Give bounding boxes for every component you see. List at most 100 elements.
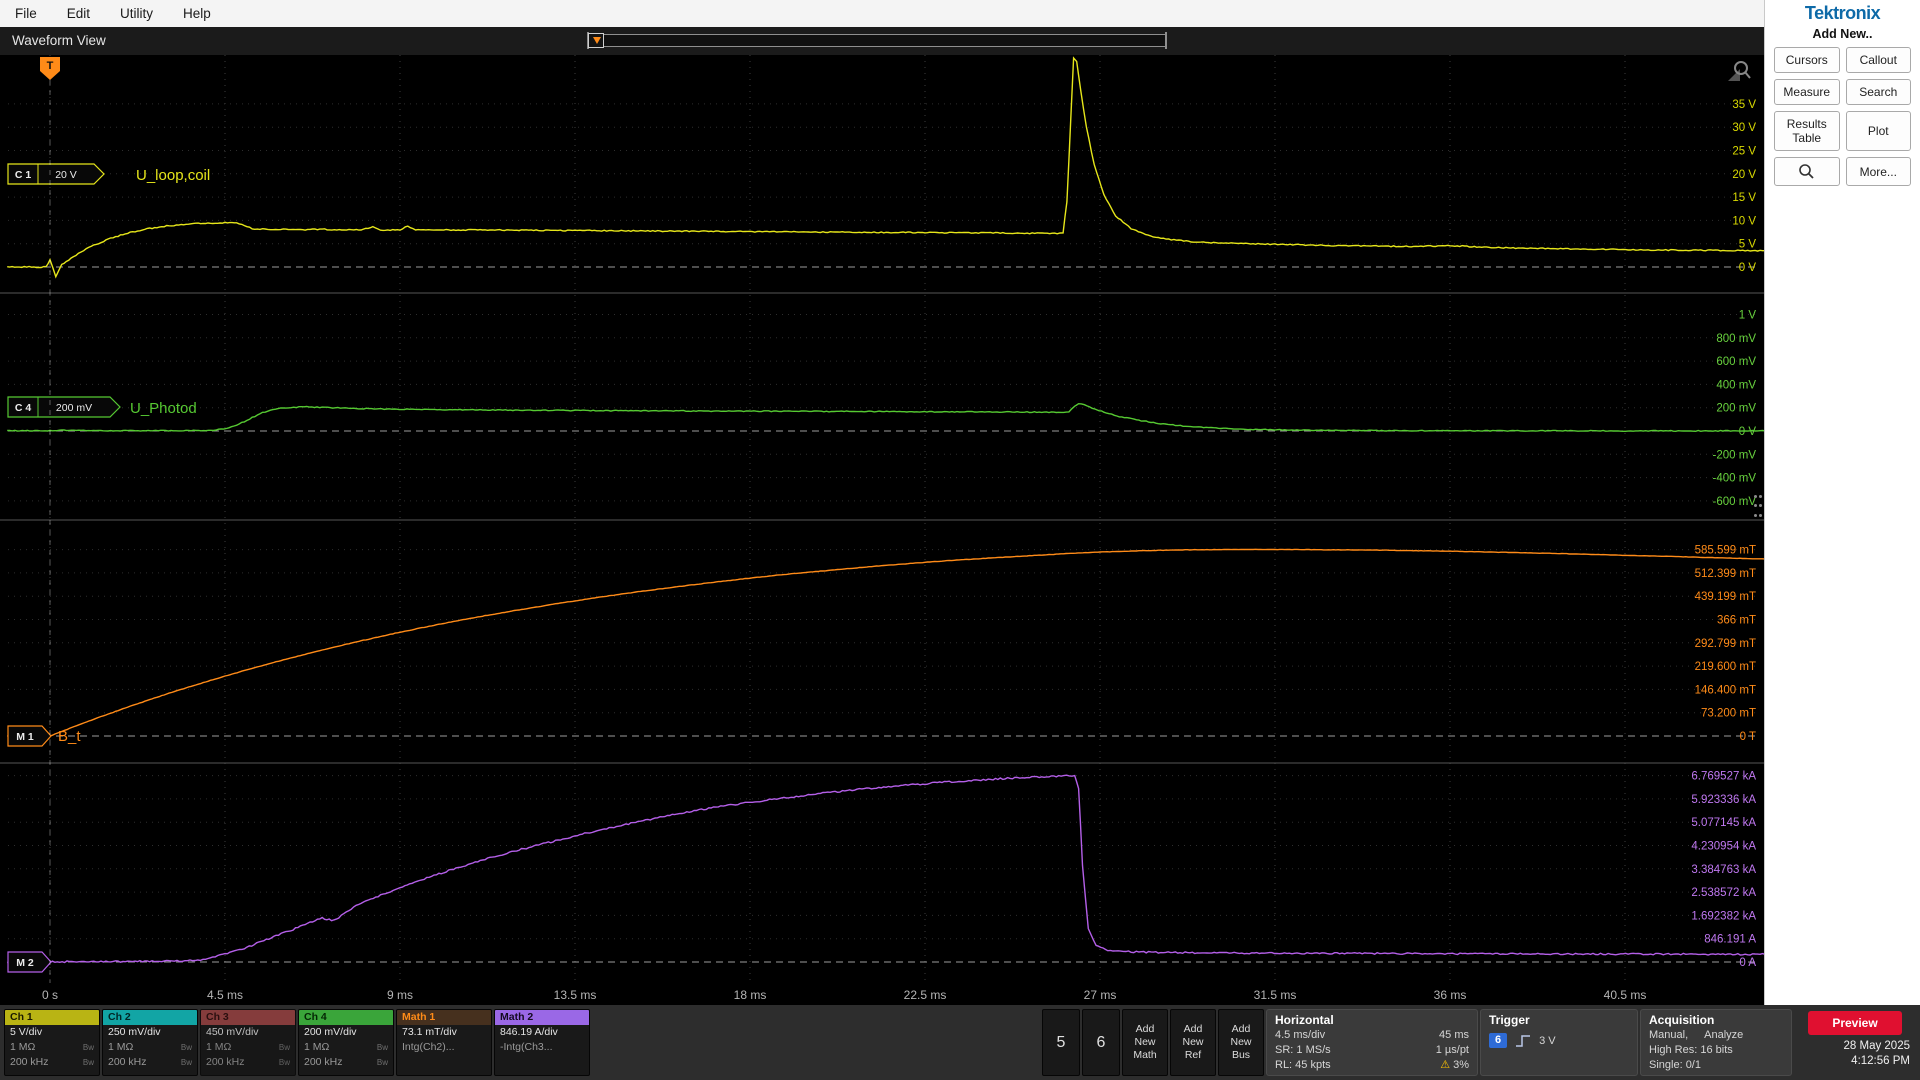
acquisition-detail: High Res: 16 bits xyxy=(1649,1044,1733,1056)
channel-scale: 200 mV/div xyxy=(304,1026,357,1038)
magnifier-icon xyxy=(1799,164,1814,179)
bandwidth-icon: Bw xyxy=(278,1043,290,1052)
trigger-title: Trigger xyxy=(1489,1013,1530,1027)
ch1-trace xyxy=(7,56,1765,279)
math-name: Math 2 xyxy=(495,1010,589,1025)
zoom-tool-icon[interactable] xyxy=(1726,59,1752,90)
ch4-tick-label: 800 mV xyxy=(1716,333,1756,345)
ch1-handle-badge[interactable]: C 1 20 V xyxy=(7,163,105,185)
preview-button[interactable]: Preview xyxy=(1808,1011,1902,1035)
panel-splitter-handle[interactable] xyxy=(1754,495,1762,521)
trigger-panel[interactable]: Trigger 6 3 V xyxy=(1480,1009,1638,1076)
waveform-graticule[interactable]: 0 s 4.5 ms 9 ms 13.5 ms 18 ms 22.5 ms 27 ms 31.… xyxy=(0,55,1766,1005)
horizontal-scale: 4.5 ms/div xyxy=(1275,1029,1326,1041)
time-tick-label: 31.5 ms xyxy=(1254,988,1297,1002)
acquisition-mode: Manual, xyxy=(1649,1029,1689,1041)
horizontal-title: Horizontal xyxy=(1275,1013,1334,1027)
math-scale: 846.19 A/div xyxy=(500,1026,558,1038)
ch4-tick-label: -200 mV xyxy=(1713,449,1757,461)
waveform-plot-area[interactable]: 0 s 4.5 ms 9 ms 13.5 ms 18 ms 22.5 ms 27 ms 31.… xyxy=(0,55,1766,1005)
math2-tick-label: 5.923336 kA xyxy=(1691,794,1756,806)
time-tick-label: 9 ms xyxy=(387,988,413,1002)
math1-tick-label: 585.599 mT xyxy=(1695,545,1756,557)
menu-utility[interactable]: Utility xyxy=(105,0,168,27)
channel-impedance: 1 MΩ xyxy=(206,1041,232,1053)
channel-bandwidth: 200 kHz xyxy=(304,1056,343,1068)
channel-badge-ch3[interactable]: Ch 3 450 mV/div 1 MΩ Bw 200 kHz Bw xyxy=(200,1009,296,1076)
channel-impedance: 1 MΩ xyxy=(108,1041,134,1053)
acquisition-analyze: Analyze xyxy=(1704,1029,1744,1041)
horizontal-panel[interactable]: Horizontal 4.5 ms/div 45 ms SR: 1 MS/s 1… xyxy=(1266,1009,1478,1076)
settings-bar: Ch 1 5 V/div 1 MΩ Bw 200 kHz Bw Ch 2 250 m… xyxy=(0,1005,1920,1080)
channel-badge-ch2[interactable]: Ch 2 250 mV/div 1 MΩ Bw 200 kHz Bw xyxy=(102,1009,198,1076)
menu-edit[interactable]: Edit xyxy=(52,0,105,27)
svg-text:M 2: M 2 xyxy=(16,957,34,969)
channel6-collapsed-badge[interactable]: 6 xyxy=(1082,1009,1120,1076)
ch1-tick-label: 5 V xyxy=(1739,239,1757,251)
svg-text:M 1: M 1 xyxy=(16,731,34,743)
math1-tick-label: 292.799 mT xyxy=(1695,638,1756,650)
ch1-tick-label: 30 V xyxy=(1732,122,1756,134)
position-percent: 3% xyxy=(1453,1059,1469,1071)
math1-tick-label: 146.400 mT xyxy=(1695,684,1756,696)
math2-tick-label: 6.769527 kA xyxy=(1691,771,1756,783)
time-tick-label: 36 ms xyxy=(1434,988,1467,1002)
warning-icon: ⚠ xyxy=(1440,1059,1451,1071)
bandwidth-icon: Bw xyxy=(180,1058,192,1067)
channel-badge-ch1[interactable]: Ch 1 5 V/div 1 MΩ Bw 200 kHz Bw xyxy=(4,1009,100,1076)
math1-tick-label: 219.600 mT xyxy=(1695,661,1756,673)
math2-tick-label: 1.692382 kA xyxy=(1691,910,1756,922)
zoom-mode-button[interactable] xyxy=(1774,157,1840,186)
math-scale: 73.1 mT/div xyxy=(402,1026,457,1038)
math2-handle-badge[interactable]: M 2 xyxy=(7,951,52,973)
cursors-button[interactable]: Cursors xyxy=(1774,47,1840,73)
expansion-point-marker[interactable] xyxy=(588,33,604,48)
channel-impedance: 1 MΩ xyxy=(304,1041,330,1053)
channel-badge-ch4[interactable]: Ch 4 200 mV/div 1 MΩ Bw 200 kHz Bw xyxy=(298,1009,394,1076)
add-new-ref-button[interactable]: Add New Ref xyxy=(1170,1009,1216,1076)
svg-text:T: T xyxy=(47,60,54,72)
record-length: RL: 45 kpts xyxy=(1275,1059,1331,1071)
math1-badge[interactable]: Math 1 73.1 mT/div Intg(Ch2)... xyxy=(396,1009,492,1076)
waveform-view-titlebar: Waveform View xyxy=(0,27,1764,55)
math1-trace xyxy=(7,548,1766,737)
horizontal-pan-scrollbar[interactable] xyxy=(587,32,1167,49)
plot-button[interactable]: Plot xyxy=(1845,111,1911,151)
math2-trace xyxy=(7,774,1766,964)
channel-scale: 250 mV/div xyxy=(108,1026,161,1038)
right-sidebar: Tektronix Add New.. Cursors Callout Meas… xyxy=(1764,0,1920,1005)
search-button[interactable]: Search xyxy=(1845,79,1911,105)
channel-bandwidth: 200 kHz xyxy=(206,1056,245,1068)
menu-bar: File Edit Utility Help xyxy=(0,0,1764,27)
add-new-bus-button[interactable]: Add New Bus xyxy=(1218,1009,1264,1076)
callout-button[interactable]: Callout xyxy=(1845,47,1911,73)
math2-badge[interactable]: Math 2 846.19 A/div -Intg(Ch3... xyxy=(494,1009,590,1076)
trigger-marker[interactable]: T xyxy=(40,57,60,80)
channel-name: Ch 1 xyxy=(5,1010,99,1025)
more-button[interactable]: More... xyxy=(1845,157,1911,186)
results-table-button[interactable]: Results Table xyxy=(1774,111,1840,151)
svg-text:C 4: C 4 xyxy=(15,402,32,414)
horizontal-window: 45 ms xyxy=(1439,1029,1469,1041)
page-title[interactable]: Waveform View xyxy=(12,33,106,48)
trigger-source-badge: 6 xyxy=(1489,1033,1508,1048)
ch4-handle-badge[interactable]: C 4 200 mV xyxy=(7,396,121,418)
channel-scale: 5 V/div xyxy=(10,1026,43,1038)
math1-handle-badge[interactable]: M 1 xyxy=(7,725,52,747)
menu-file[interactable]: File xyxy=(0,0,52,27)
math1-tick-label: 73.200 mT xyxy=(1701,708,1756,720)
ch1-wave-label: U_loop,coil xyxy=(136,167,210,184)
add-new-math-button[interactable]: Add New Math xyxy=(1122,1009,1168,1076)
time-tick-label: 0 s xyxy=(42,988,58,1002)
menu-help[interactable]: Help xyxy=(168,0,226,27)
add-new-heading: Add New.. xyxy=(1812,27,1873,41)
ch4-tick-label: -600 mV xyxy=(1713,496,1757,508)
bandwidth-icon: Bw xyxy=(180,1043,192,1052)
ch4-tick-label: 0 V xyxy=(1739,426,1757,438)
measure-button[interactable]: Measure xyxy=(1774,79,1840,105)
bandwidth-icon: Bw xyxy=(82,1058,94,1067)
channel5-collapsed-badge[interactable]: 5 xyxy=(1042,1009,1080,1076)
time-tick-label: 13.5 ms xyxy=(554,988,597,1002)
acquisition-panel[interactable]: Acquisition Manual, Analyze High Res: 16… xyxy=(1640,1009,1792,1076)
acquisition-single: Single: 0/1 xyxy=(1649,1059,1701,1071)
